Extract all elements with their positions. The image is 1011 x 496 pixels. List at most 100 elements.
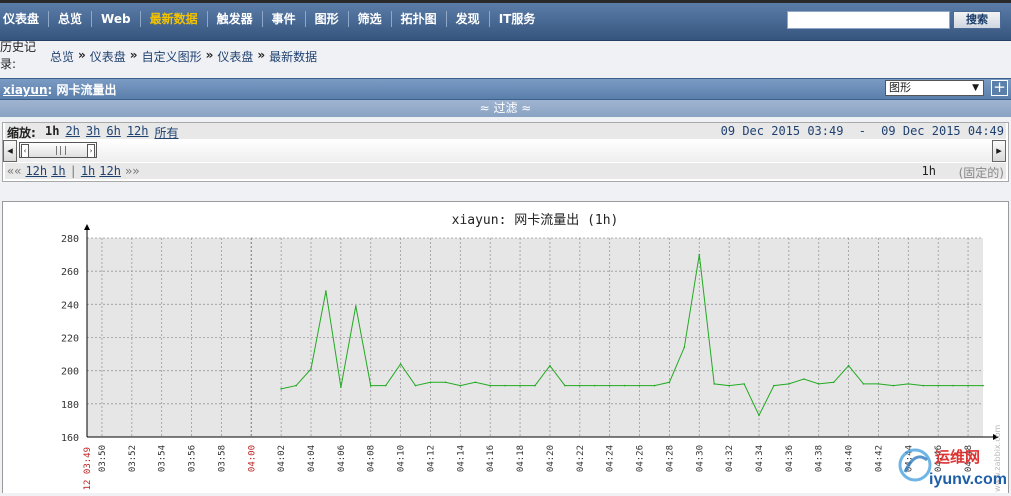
- breadcrumb-separator: »: [78, 48, 86, 62]
- scroll-thumb[interactable]: ‹ ›: [19, 142, 97, 158]
- site-watermark: 运维网 iyunv.com: [895, 440, 1007, 495]
- zoom-link[interactable]: 1h: [45, 124, 59, 141]
- thumb-right-handle[interactable]: ›: [87, 144, 95, 158]
- x-tick-label: 04:42: [874, 445, 884, 472]
- data-point: [817, 383, 820, 385]
- period-shift-link[interactable]: 1h: [81, 164, 95, 178]
- nav-item[interactable]: 图形: [306, 11, 349, 27]
- data-point: [459, 384, 462, 387]
- x-tick-label: 03:52: [128, 445, 138, 472]
- period-value: 1h: [921, 164, 936, 178]
- y-tick-label: 160: [61, 433, 79, 444]
- data-point: [713, 383, 715, 385]
- x-tick-label: 03:54: [158, 445, 168, 472]
- x-tick-label: 04:30: [695, 445, 705, 472]
- data-point: [892, 384, 895, 387]
- breadcrumb-link[interactable]: 仪表盘: [217, 48, 253, 65]
- data-point: [788, 383, 790, 385]
- window-top-border: [0, 0, 1011, 3]
- zoom-link[interactable]: 2h: [65, 124, 79, 141]
- nav-item[interactable]: 事件: [263, 11, 306, 27]
- period-nav-glyph: |: [69, 164, 77, 178]
- x-tick-label: 04:10: [397, 445, 407, 472]
- nav-item[interactable]: 触发器: [208, 11, 263, 27]
- main-menu: 仪表盘 总览 Web 最新数据 触发器 事件 图形 筛选 拓扑图 发现 IT服务: [0, 11, 544, 27]
- zoom-link[interactable]: 6h: [106, 124, 120, 141]
- data-point: [519, 384, 521, 387]
- data-point: [907, 383, 910, 385]
- view-type-value: 图形: [889, 81, 911, 94]
- nav-item[interactable]: 最新数据: [141, 11, 208, 27]
- x-start-label: 12 03:49: [83, 447, 93, 490]
- x-tick-label: 04:22: [576, 445, 586, 472]
- data-point: [325, 290, 327, 292]
- x-tick-label: 04:14: [456, 445, 466, 472]
- breadcrumb-link[interactable]: 总览: [50, 48, 74, 65]
- host-link[interactable]: xiayun: [3, 83, 48, 97]
- data-point: [877, 383, 880, 385]
- data-point: [564, 384, 566, 387]
- data-point: [549, 364, 551, 367]
- breadcrumb-separator: »: [205, 48, 214, 62]
- time-to: 09 Dec 2015 04:49: [881, 124, 1004, 138]
- view-type-select[interactable]: 图形 ▼: [885, 80, 984, 96]
- site-logo-icon: 运维网 iyunv.com: [898, 448, 1007, 488]
- data-point: [937, 384, 939, 387]
- data-point: [803, 378, 805, 380]
- scroll-left-button[interactable]: ◂: [3, 140, 17, 162]
- site-watermark-url: iyunv.com: [929, 471, 1007, 488]
- nav-item[interactable]: 拓扑图: [392, 11, 447, 27]
- zoom-link[interactable]: 所有: [155, 124, 179, 141]
- chevron-down-icon: ▼: [972, 83, 979, 93]
- x-tick-label: 04:34: [755, 445, 765, 472]
- add-to-favourites-button[interactable]: +: [991, 80, 1008, 96]
- period-nav-glyph: ««: [7, 164, 22, 178]
- breadcrumb-link[interactable]: 最新数据: [269, 48, 317, 65]
- nav-item[interactable]: 发现: [447, 11, 490, 27]
- data-point: [579, 384, 581, 387]
- period-shift-link[interactable]: 12h: [25, 164, 47, 178]
- timeline-scrollbar[interactable]: ◂ ‹ › ▸: [3, 140, 1006, 162]
- data-point: [623, 384, 626, 387]
- filter-toggle[interactable]: ≈ 过滤 ≈: [0, 100, 1011, 117]
- nav-item[interactable]: Web: [92, 11, 141, 27]
- data-point: [340, 386, 342, 389]
- chevron-left-icon: ◂: [7, 144, 13, 157]
- top-navigation: 仪表盘 总览 Web 最新数据 触发器 事件 图形 筛选 拓扑图 发现 IT服务 搜索: [0, 0, 1011, 41]
- zoom-link[interactable]: 3h: [86, 124, 100, 141]
- breadcrumb-link[interactable]: 自定义图形: [142, 48, 202, 65]
- scroll-right-button[interactable]: ▸: [992, 140, 1006, 162]
- data-point: [384, 384, 387, 387]
- x-tick-label: 04:32: [725, 445, 735, 472]
- period-shift-link[interactable]: 12h: [99, 164, 121, 178]
- graph-title-bar: xiayun: 网卡流量出: [0, 78, 1011, 100]
- data-point: [474, 381, 477, 384]
- data-point: [414, 384, 417, 387]
- search-button[interactable]: 搜索: [953, 11, 1001, 29]
- breadcrumb-link[interactable]: 仪表盘: [90, 48, 126, 65]
- fixed-period-toggle[interactable]: (固定的): [959, 164, 1004, 181]
- page-title: xiayun: 网卡流量出: [3, 81, 116, 98]
- scroll-track[interactable]: ‹ ›: [17, 140, 992, 162]
- search-input[interactable]: [787, 11, 950, 29]
- x-tick-label: 04:20: [546, 445, 556, 472]
- nav-item[interactable]: 总览: [49, 11, 93, 27]
- chevron-right-icon: ▸: [996, 144, 1002, 157]
- zoom-link[interactable]: 12h: [127, 124, 149, 141]
- thumb-left-handle[interactable]: ‹: [21, 144, 29, 158]
- nav-item[interactable]: 筛选: [349, 11, 392, 27]
- line-chart[interactable]: xiayun: 网卡流量出 (1h) 160 180 200 220 240 260 280 0…: [3, 202, 1008, 493]
- x-tick-label: 04:00: [247, 445, 257, 472]
- nav-item[interactable]: 仪表盘: [0, 11, 50, 27]
- data-point: [653, 384, 656, 387]
- data-point: [773, 384, 775, 387]
- history-label: 历史记录:: [0, 40, 37, 71]
- period-shift-link[interactable]: 1h: [51, 164, 65, 178]
- x-tick-label: 04:08: [367, 445, 377, 472]
- breadcrumb-separator: »: [129, 48, 138, 62]
- x-tick-label: 03:58: [217, 445, 227, 472]
- x-tick-label: 04:26: [636, 445, 646, 472]
- nav-item[interactable]: IT服务: [490, 11, 545, 27]
- zoom-row: 缩放: 1h 2h 3h 6h 12h 所有 09 Dec 2015 03:49 - 09…: [5, 123, 1006, 141]
- data-point: [728, 384, 730, 387]
